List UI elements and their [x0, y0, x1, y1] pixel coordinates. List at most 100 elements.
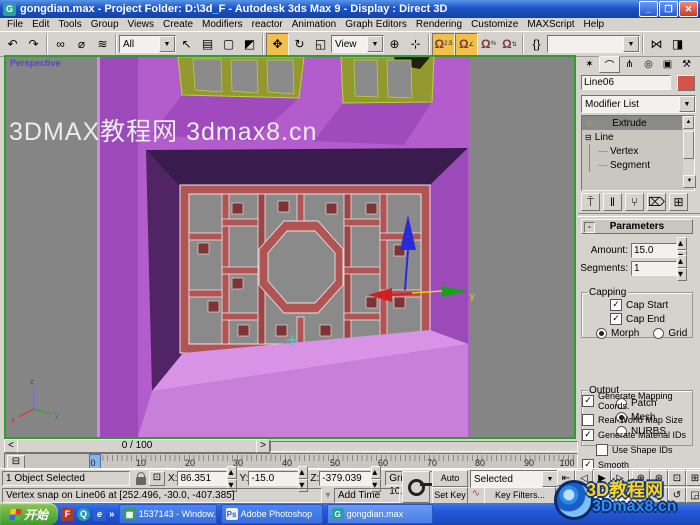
perspective-viewport[interactable]: y z x y Perspective 3DMAX教程网 3dmax8.cn — [4, 55, 576, 439]
align-icon[interactable]: ◨ — [667, 34, 688, 55]
z-spin-up-icon[interactable]: ▴ — [371, 465, 382, 479]
add-time-tag[interactable]: Add Time Tag — [334, 488, 400, 514]
time-slider-track[interactable] — [270, 441, 578, 452]
restore-button[interactable]: ❐ — [659, 1, 678, 17]
default-in-out-tangent-icon[interactable]: ∿ — [470, 488, 482, 499]
tab-utilities[interactable]: ⚒ — [677, 57, 696, 72]
taskbar-item-gongdian[interactable]: G gongdian.max — [326, 504, 433, 524]
auto-key-button[interactable]: Auto Key — [432, 470, 468, 498]
taskbar-item-image-viewer[interactable]: ▦ 1537143 - Window... — [118, 504, 217, 524]
object-color-swatch[interactable] — [677, 75, 695, 91]
checkbox-unchecked-icon[interactable] — [596, 444, 608, 456]
chevron-down-icon[interactable]: ▼ — [159, 36, 175, 52]
rectangular-selection-region-icon[interactable]: ▢ — [218, 34, 239, 55]
reference-coordinate-dropdown[interactable]: View ▼ — [331, 35, 384, 53]
stack-item-vertex[interactable]: — Vertex — [589, 144, 682, 158]
checkbox-checked-icon[interactable]: ✓ — [610, 313, 622, 325]
select-by-name-icon[interactable]: ▤ — [197, 34, 218, 55]
selection-lock-icon[interactable] — [134, 471, 147, 485]
spinner-snap-icon[interactable]: Ω ⇅ — [499, 34, 520, 55]
remove-modifier-icon[interactable]: ⌦ — [647, 193, 666, 211]
redo-icon[interactable]: ↷ — [23, 34, 44, 55]
radio-on-icon[interactable] — [596, 328, 607, 339]
menu-reactor[interactable]: reactor — [248, 19, 287, 30]
menu-create[interactable]: Create — [159, 19, 197, 30]
checkbox-checked-icon[interactable]: ✓ — [582, 429, 594, 441]
show-end-result-icon[interactable]: ‖ — [603, 193, 622, 211]
segments-field[interactable] — [631, 260, 677, 276]
selection-set-dropdown[interactable]: Selected ▼ — [470, 470, 559, 488]
time-slider-handle[interactable]: 0 / 100 — [17, 439, 257, 453]
checkbox-checked-icon[interactable]: ✓ — [610, 299, 622, 311]
menu-tools[interactable]: Tools — [54, 19, 85, 30]
notification-arrow-icon[interactable]: ▾ — [322, 490, 334, 501]
gen-material-checkbox[interactable]: ✓ Generate Material IDs — [582, 429, 696, 441]
stack-item-line[interactable]: ⊟ Line — [582, 130, 682, 144]
chevron-down-icon[interactable]: ▼ — [367, 36, 383, 52]
percent-snap-icon[interactable]: Ω% — [478, 34, 499, 55]
set-keys-button[interactable] — [402, 471, 432, 503]
object-name-field[interactable] — [581, 75, 671, 90]
chevron-down-icon[interactable]: ▼ — [623, 36, 639, 52]
viewport-label[interactable]: Perspective — [10, 58, 61, 68]
menu-edit[interactable]: Edit — [28, 19, 53, 30]
stack-item-extrude[interactable]: ☼ Extrude — [582, 116, 682, 130]
amount-spin-up-icon[interactable]: ▴ — [677, 237, 687, 250]
x-spin-up-icon[interactable]: ▴ — [227, 465, 238, 479]
cap-start-checkbox[interactable]: ✓ Cap Start — [610, 299, 692, 311]
start-button[interactable]: 开始 — [0, 503, 58, 525]
close-button[interactable]: ✕ — [679, 1, 698, 17]
time-slider-next-icon[interactable]: > — [256, 439, 270, 453]
use-shape-checkbox[interactable]: Use Shape IDs — [596, 444, 696, 456]
segments-spin-down-icon[interactable]: ▾ — [677, 268, 687, 281]
pin-stack-icon[interactable]: ⍑ — [581, 193, 600, 211]
select-and-scale-icon[interactable]: ◱ — [310, 34, 331, 55]
taskbar-item-photoshop[interactable]: Ps Adobe Photoshop — [220, 504, 323, 524]
collapse-icon[interactable]: ⊟ — [585, 133, 592, 142]
scroll-down-icon[interactable]: ▼ — [683, 175, 696, 188]
select-and-manipulate-icon[interactable]: ⊹ — [405, 34, 426, 55]
key-filters-button[interactable]: Key Filters... — [484, 487, 556, 504]
configure-modifier-sets-icon[interactable]: ⊞ — [669, 193, 688, 211]
absolute-mode-icon[interactable]: ⊡ — [149, 471, 165, 486]
named-selection-sets-dropdown[interactable]: ▼ — [547, 35, 640, 53]
cap-end-checkbox[interactable]: ✓ Cap End — [610, 313, 692, 325]
select-and-move-icon[interactable]: ✥ — [266, 32, 289, 56]
select-and-link-icon[interactable]: ∞ — [50, 34, 71, 55]
tab-motion[interactable]: ◎ — [639, 57, 658, 72]
minimize-button[interactable]: _ — [639, 1, 658, 17]
quick-launch-2-icon[interactable]: Q — [77, 507, 90, 521]
tab-hierarchy[interactable]: ⋔ — [620, 57, 639, 72]
window-crossing-icon[interactable]: ◩ — [239, 34, 260, 55]
make-unique-icon[interactable]: ⑂ — [625, 193, 644, 211]
checkbox-unchecked-icon[interactable] — [582, 414, 594, 426]
x-coordinate-field[interactable] — [177, 471, 228, 486]
tab-create[interactable]: ✶ — [580, 57, 599, 72]
edit-named-selection-sets-icon[interactable]: {} — [526, 34, 547, 55]
menu-group[interactable]: Group — [87, 19, 123, 30]
modifier-list-dropdown[interactable]: Modifier List ▼ — [581, 95, 696, 113]
snaps-toggle-icon[interactable]: Ω 2.5 — [432, 32, 455, 56]
quick-launch-1-icon[interactable]: F — [61, 507, 74, 521]
unlink-selection-icon[interactable]: ⌀ — [71, 34, 92, 55]
rollout-collapse-icon[interactable]: - — [584, 222, 595, 233]
menu-customize[interactable]: Customize — [467, 19, 522, 30]
time-slider-prev-icon[interactable]: < — [4, 439, 18, 453]
menu-modifiers[interactable]: Modifiers — [198, 19, 247, 30]
radio-off-icon[interactable] — [653, 328, 665, 339]
menu-views[interactable]: Views — [124, 19, 159, 30]
set-key-button[interactable]: Set Key — [432, 487, 468, 504]
grid-radio[interactable]: Grid — [653, 328, 687, 339]
checkbox-checked-icon[interactable]: ✓ — [582, 395, 594, 407]
mirror-icon[interactable]: ⋈ — [646, 34, 667, 55]
gen-mapping-checkbox[interactable]: ✓ Generate Mapping Coords. — [582, 391, 696, 411]
tab-display[interactable]: ▣ — [658, 57, 677, 72]
use-pivot-center-icon[interactable]: ⊕ — [384, 34, 405, 55]
menu-maxscript[interactable]: MAXScript — [523, 19, 578, 30]
bind-to-space-warp-icon[interactable]: ≋ — [92, 34, 113, 55]
stack-item-segment[interactable]: — Segment — [589, 158, 682, 172]
scroll-up-icon[interactable]: ▲ — [683, 116, 694, 129]
select-object-icon[interactable]: ↖ — [176, 34, 197, 55]
quick-launch-overflow-icon[interactable]: » — [109, 509, 115, 520]
parameters-rollout-header[interactable]: - Parameters — [581, 219, 693, 234]
